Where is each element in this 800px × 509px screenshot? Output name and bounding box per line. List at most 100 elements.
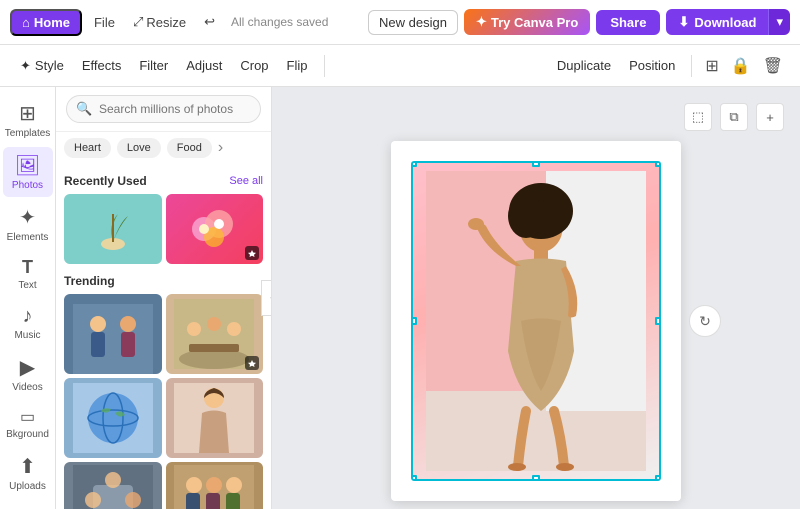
trending-photo-6[interactable]	[166, 462, 264, 509]
templates-label: Templates	[5, 128, 51, 139]
frame-icon-button[interactable]: ⬚	[684, 103, 712, 131]
handle-top-right[interactable]	[655, 161, 661, 167]
templates-icon: ⊞	[19, 101, 36, 126]
photo-badge-trending-2	[245, 356, 259, 370]
sidebar-item-text[interactable]: T Text	[3, 251, 53, 297]
globe-image	[73, 383, 153, 453]
handle-top-left[interactable]	[411, 161, 417, 167]
share-button[interactable]: Share	[596, 10, 660, 35]
panel-content: Recently Used See all	[56, 164, 271, 509]
sidebar-icons: ⊞ Templates 🖼 Photos ✦ Elements T Text ♪…	[0, 87, 56, 509]
photos-icon: 🖼	[15, 153, 40, 178]
download-button[interactable]: ⬇ Download	[666, 9, 768, 35]
copy-icon-button[interactable]: ⧉	[720, 103, 748, 131]
effects-button[interactable]: Effects	[74, 53, 130, 78]
canvas-image-inner	[413, 163, 659, 479]
categories-bar: Heart Love Food ›	[56, 132, 271, 164]
try-canva-button[interactable]: ✦ Try Canva Pro	[464, 9, 590, 35]
file-label: File	[94, 15, 115, 30]
text-icon: T	[22, 257, 33, 278]
position-button[interactable]: Position	[621, 53, 683, 78]
toolbar-divider	[324, 55, 325, 77]
background-icon: ▭	[20, 407, 35, 427]
refresh-icon: ↻	[699, 313, 711, 330]
panel-collapse-button[interactable]: ‹	[261, 280, 272, 316]
handle-middle-left[interactable]	[411, 317, 417, 325]
category-heart[interactable]: Heart	[64, 138, 111, 158]
sidebar-item-folders[interactable]: 📁 Folders	[3, 500, 53, 509]
toolbar: ✦ Style Effects Filter Adjust Crop Flip …	[0, 45, 800, 87]
trending-header: Trending	[64, 274, 263, 288]
sidebar-item-templates[interactable]: ⊞ Templates	[3, 95, 53, 145]
sidebar-item-background[interactable]: ▭ Bkground	[3, 401, 53, 446]
recently-used-title: Recently Used	[64, 174, 147, 188]
new-design-button[interactable]: New design	[368, 10, 458, 35]
style-button[interactable]: ✦ Style	[12, 53, 72, 79]
save-status: All changes saved	[231, 15, 328, 29]
category-food[interactable]: Food	[167, 138, 212, 158]
main-area: ⊞ Templates 🖼 Photos ✦ Elements T Text ♪…	[0, 87, 800, 509]
people-image-1	[73, 304, 153, 374]
canvas-page: ↻ ↻	[391, 141, 681, 501]
recent-photo-2[interactable]	[166, 194, 264, 264]
trending-photo-1[interactable]	[64, 294, 162, 374]
flowers-image	[184, 199, 244, 259]
sidebar-item-videos[interactable]: ▶ Videos	[3, 349, 53, 399]
trending-photo-5[interactable]	[64, 462, 162, 509]
music-label: Music	[14, 330, 40, 341]
handle-top-middle[interactable]	[532, 161, 540, 167]
plant-image	[88, 204, 138, 254]
search-wrapper: 🔍	[66, 95, 261, 123]
filter-button[interactable]: Filter	[131, 53, 176, 78]
crop-button[interactable]: Crop	[232, 53, 276, 78]
download-group: ⬇ Download ▾	[666, 9, 790, 35]
elements-icon: ✦	[19, 205, 36, 230]
handle-bottom-left[interactable]	[411, 475, 417, 481]
trending-photo-2[interactable]	[166, 294, 264, 374]
sidebar-item-photos[interactable]: 🖼 Photos	[3, 147, 53, 197]
selected-image[interactable]: ↻	[411, 161, 661, 481]
trending-photo-3[interactable]	[64, 378, 162, 458]
see-all-button[interactable]: See all	[229, 175, 263, 187]
picnic-image	[174, 299, 254, 369]
elements-label: Elements	[7, 232, 49, 243]
category-love[interactable]: Love	[117, 138, 161, 158]
search-input[interactable]	[66, 95, 261, 123]
download-icon: ⬇	[678, 14, 689, 30]
grid-icon-button[interactable]: ⊞	[700, 51, 723, 81]
resize-button[interactable]: ⤢ Resize	[127, 10, 192, 34]
woman-photo	[426, 171, 646, 471]
refresh-button[interactable]: ↻	[689, 305, 721, 337]
search-bar: 🔍	[56, 87, 271, 132]
handle-bottom-right[interactable]	[655, 475, 661, 481]
text-label: Text	[18, 280, 36, 291]
sidebar-item-elements[interactable]: ✦ Elements	[3, 199, 53, 249]
handle-bottom-middle[interactable]	[532, 475, 540, 481]
recent-photo-1[interactable]	[64, 194, 162, 264]
woman-back-image	[174, 383, 254, 453]
download-dropdown-button[interactable]: ▾	[768, 9, 790, 35]
flip-button[interactable]: Flip	[279, 53, 316, 78]
categories-more-button[interactable]: ›	[218, 139, 223, 157]
background-label: Bkground	[6, 429, 49, 440]
chevron-down-icon: ▾	[776, 14, 783, 29]
add-page-icon-button[interactable]: +	[756, 103, 784, 131]
birds-eye-image	[73, 465, 153, 509]
search-icon: 🔍	[76, 101, 92, 117]
photos-panel: 🔍 Heart Love Food › Recently Used See al…	[56, 87, 272, 509]
canva-star-icon: ✦	[476, 14, 487, 30]
handle-middle-right[interactable]	[655, 317, 661, 325]
lock-icon-button[interactable]: 🔒	[726, 51, 756, 81]
file-button[interactable]: File	[88, 11, 121, 34]
sidebar-item-music[interactable]: ♪ Music	[3, 299, 53, 347]
duplicate-button[interactable]: Duplicate	[549, 53, 619, 78]
delete-icon-button[interactable]: 🗑	[758, 51, 788, 81]
photos-label: Photos	[12, 180, 43, 191]
trending-photo-4[interactable]	[166, 378, 264, 458]
home-button[interactable]: ⌂ Home	[10, 9, 82, 36]
sidebar-item-uploads[interactable]: ⬆ Uploads	[3, 448, 53, 498]
videos-label: Videos	[12, 382, 42, 393]
photo-badge-2	[245, 246, 259, 260]
undo-button[interactable]: ↩	[198, 10, 221, 34]
adjust-button[interactable]: Adjust	[178, 53, 230, 78]
